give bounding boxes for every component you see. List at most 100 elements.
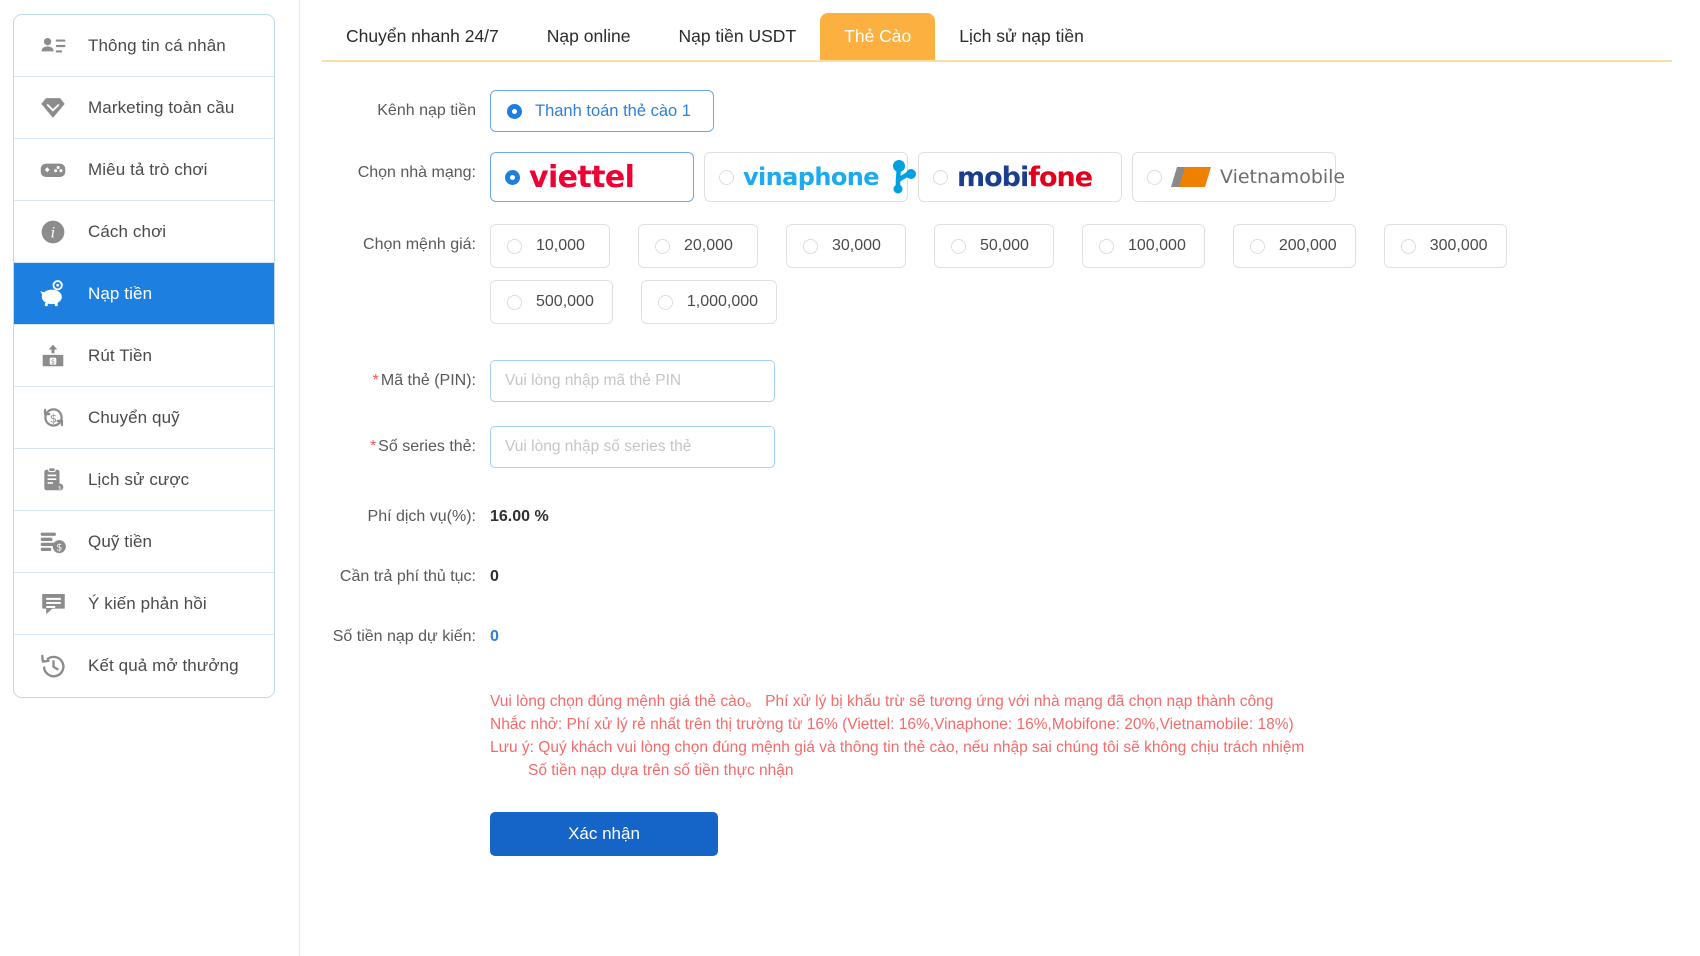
radio-icon[interactable] bbox=[507, 294, 522, 310]
denomination-option-0[interactable]: 10,000 bbox=[490, 224, 610, 268]
radio-icon[interactable] bbox=[933, 169, 948, 185]
sidebar: Thông tin cá nhân Marketing toàn cầu Miêu … bbox=[0, 0, 300, 956]
denomination-option-label: 10,000 bbox=[536, 237, 585, 254]
expected-amount-value: 0 bbox=[490, 628, 499, 645]
required-marker: * bbox=[369, 438, 377, 455]
notice-line-3: Số tiền nạp dựa trên số tiền thực nhận bbox=[528, 762, 794, 779]
gamepad-icon bbox=[38, 155, 68, 185]
info-circle-icon: i bbox=[38, 217, 68, 247]
sidebar-item-label: Rút Tiền bbox=[88, 345, 153, 365]
radio-icon[interactable] bbox=[1099, 238, 1114, 254]
channel-row: Kênh nạp tiền Thanh toán thẻ cào 1 bbox=[300, 90, 1700, 132]
tab-3[interactable]: Thẻ Cào bbox=[820, 13, 936, 60]
sidebar-item-label: Quỹ tiền bbox=[88, 531, 153, 551]
viettel-logo-icon: viettel bbox=[529, 159, 635, 195]
carrier-option-vinaphone[interactable]: vinaphone bbox=[704, 152, 916, 202]
tab-bar: Chuyển nhanh 24/7 Nạp online Nạp tiền USDT… bbox=[322, 0, 1672, 62]
sidebar-item-5[interactable]: $ Rút Tiền bbox=[14, 325, 274, 387]
sidebar-item-4[interactable]: Nạp tiền bbox=[14, 263, 274, 325]
denomination-label: Chọn mệnh giá: bbox=[363, 236, 476, 253]
radio-icon[interactable] bbox=[1400, 238, 1416, 254]
sidebar-item-9[interactable]: Ý kiến phản hồi bbox=[14, 573, 274, 635]
denomination-option-5[interactable]: 200,000 bbox=[1232, 224, 1356, 268]
sidebar-item-label: Nạp tiền bbox=[88, 283, 153, 303]
history-clock-icon bbox=[38, 651, 68, 681]
carrier-option-vietnamobile[interactable]: Vietnamobile bbox=[1132, 152, 1345, 202]
tab-4[interactable]: Lịch sử nạp tiền bbox=[935, 13, 1108, 60]
submit-row: Xác nhận bbox=[300, 812, 1700, 856]
tab-1[interactable]: Nạp online bbox=[523, 13, 655, 60]
denomination-option-3[interactable]: 50,000 bbox=[934, 224, 1054, 268]
sidebar-item-3[interactable]: i Cách chơi bbox=[14, 201, 274, 263]
denomination-option-4[interactable]: 100,000 bbox=[1082, 224, 1205, 268]
denomination-row: Chọn mệnh giá: 10,000 20,000 30,000 50,000 1… bbox=[300, 224, 1700, 336]
carrier-option-viettel[interactable]: viettel bbox=[490, 152, 694, 202]
carrier-option-mobifone[interactable]: mobifone bbox=[918, 152, 1122, 202]
sidebar-item-10[interactable]: Kết quả mở thưởng bbox=[14, 635, 274, 697]
transfer-dollar-icon: $ bbox=[38, 403, 68, 433]
clipboard-icon: $ bbox=[38, 465, 68, 495]
notice-line-1: Nhắc nhở: Phí xử lý rẻ nhất trên thị trư… bbox=[490, 716, 1294, 733]
radio-icon[interactable] bbox=[803, 238, 818, 254]
sidebar-item-7[interactable]: $ Lịch sử cược bbox=[14, 449, 274, 511]
denomination-option-label: 300,000 bbox=[1429, 237, 1488, 254]
radio-icon[interactable] bbox=[1249, 238, 1265, 254]
sidebar-item-label: Ý kiến phản hồi bbox=[88, 593, 207, 613]
sidebar-item-1[interactable]: Marketing toàn cầu bbox=[14, 77, 274, 139]
denomination-option-label: 20,000 bbox=[684, 237, 733, 254]
tab-2[interactable]: Nạp tiền USDT bbox=[654, 13, 820, 60]
handling-fee-label: Cần trả phí thủ tục: bbox=[339, 568, 476, 585]
user-card-icon bbox=[38, 31, 68, 61]
denomination-option-label: 500,000 bbox=[536, 293, 594, 310]
denomination-option-8[interactable]: 1,000,000 bbox=[640, 280, 778, 324]
notice-line-0: Vui lòng chọn đúng mệnh giá thẻ cào。 Phí… bbox=[490, 693, 1274, 710]
serial-row: * Số series thẻ: bbox=[300, 426, 1700, 468]
sidebar-item-label: Lịch sử cược bbox=[88, 469, 190, 489]
sidebar-item-label: Marketing toàn cầu bbox=[88, 97, 235, 117]
radio-icon[interactable] bbox=[655, 238, 670, 254]
denomination-option-1[interactable]: 20,000 bbox=[638, 224, 758, 268]
denomination-option-label: 100,000 bbox=[1128, 237, 1186, 254]
carrier-label: Chọn nhà mạng: bbox=[357, 164, 476, 181]
confirm-button[interactable]: Xác nhận bbox=[490, 812, 718, 856]
denomination-option-label: 50,000 bbox=[980, 237, 1029, 254]
radio-icon[interactable] bbox=[505, 169, 520, 185]
sidebar-item-8[interactable]: $ Quỹ tiền bbox=[14, 511, 274, 573]
radio-icon[interactable] bbox=[507, 238, 522, 254]
radio-icon[interactable] bbox=[507, 103, 522, 119]
radio-icon[interactable] bbox=[1147, 169, 1162, 185]
channel-label: Kênh nạp tiền bbox=[377, 102, 476, 119]
denomination-options: 10,000 20,000 30,000 50,000 100,000 200,000 30… bbox=[490, 224, 1550, 336]
sidebar-item-label: Miêu tả trò chơi bbox=[88, 159, 208, 179]
chat-bubble-icon bbox=[38, 589, 68, 619]
svg-text:$: $ bbox=[58, 485, 61, 491]
service-fee-label: Phí dịch vụ(%): bbox=[367, 508, 476, 525]
tab-0[interactable]: Chuyển nhanh 24/7 bbox=[322, 13, 523, 60]
page-root: Thông tin cá nhân Marketing toàn cầu Miêu … bbox=[0, 0, 1700, 956]
pin-input[interactable] bbox=[490, 360, 775, 402]
sidebar-item-2[interactable]: Miêu tả trò chơi bbox=[14, 139, 274, 201]
svg-text:$: $ bbox=[51, 357, 55, 365]
coins-dollar-icon: $ bbox=[38, 527, 68, 557]
sidebar-item-label: Kết quả mở thưởng bbox=[88, 656, 239, 675]
radio-icon[interactable] bbox=[719, 169, 734, 185]
serial-input[interactable] bbox=[490, 426, 775, 468]
sidebar-list: Thông tin cá nhân Marketing toàn cầu Miêu … bbox=[13, 14, 275, 698]
denomination-option-7[interactable]: 500,000 bbox=[490, 280, 613, 324]
topup-form: Kênh nạp tiền Thanh toán thẻ cào 1 Chọn … bbox=[300, 62, 1700, 856]
handling-fee-row: Cần trả phí thủ tục: 0 bbox=[300, 566, 1700, 588]
denomination-option-6[interactable]: 300,000 bbox=[1383, 224, 1507, 268]
channel-option-thanh-toan-the-cao-1[interactable]: Thanh toán thẻ cào 1 bbox=[490, 90, 714, 132]
sidebar-item-6[interactable]: $ Chuyển quỹ bbox=[14, 387, 274, 449]
denomination-option-2[interactable]: 30,000 bbox=[786, 224, 906, 268]
required-marker: * bbox=[372, 372, 379, 389]
radio-icon[interactable] bbox=[951, 238, 966, 254]
denomination-option-label: 1,000,000 bbox=[686, 293, 759, 310]
expected-amount-row: Số tiền nạp dự kiến: 0 bbox=[300, 626, 1700, 648]
vietnamobile-logo-icon: Vietnamobile bbox=[1171, 153, 1345, 201]
radio-icon[interactable] bbox=[657, 294, 673, 310]
sidebar-item-0[interactable]: Thông tin cá nhân bbox=[14, 15, 274, 77]
withdraw-icon: $ bbox=[38, 341, 68, 371]
sidebar-item-label: Thông tin cá nhân bbox=[88, 35, 226, 55]
svg-text:$: $ bbox=[49, 412, 56, 425]
